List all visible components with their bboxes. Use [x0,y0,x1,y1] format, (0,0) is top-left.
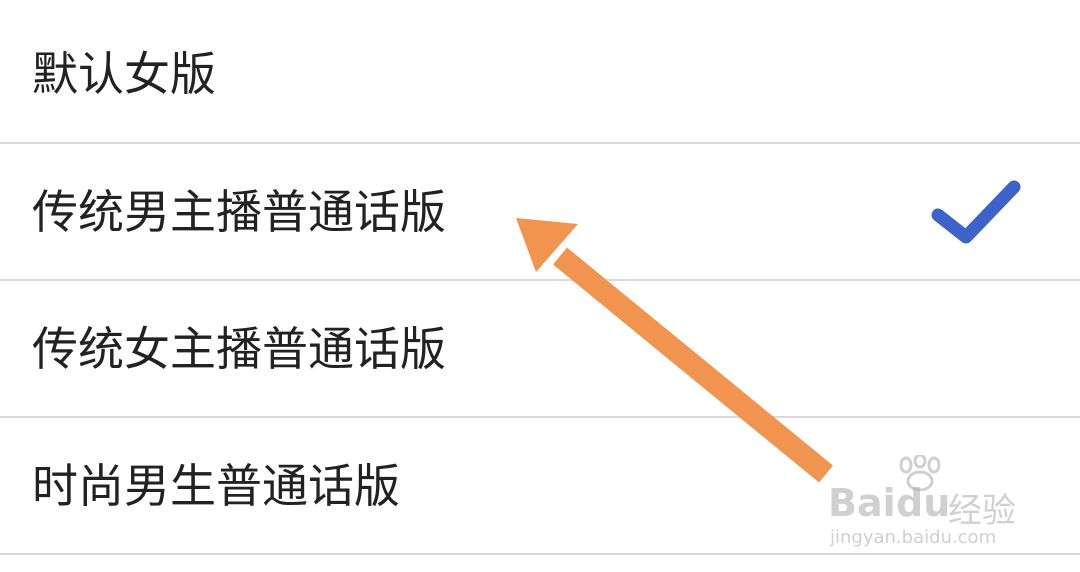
option-traditional-male-anchor[interactable]: 传统男主播普通话版 [0,144,1080,281]
option-label: 默认女版 [32,47,216,101]
option-fashion-male[interactable]: 时尚男生普通话版 [0,418,1080,555]
voice-option-list: 默认女版 传统男主播普通话版 传统女主播普通话版 时尚男生普通话版 [0,0,1080,572]
option-label: 时尚男生普通话版 [32,458,400,513]
option-label: 传统女主播普通话版 [32,321,446,376]
option-label: 传统男主播普通话版 [32,184,446,239]
option-traditional-female-anchor[interactable]: 传统女主播普通话版 [0,281,1080,418]
check-icon [931,180,1021,243]
option-default-female[interactable]: 默认女版 [0,6,1080,144]
